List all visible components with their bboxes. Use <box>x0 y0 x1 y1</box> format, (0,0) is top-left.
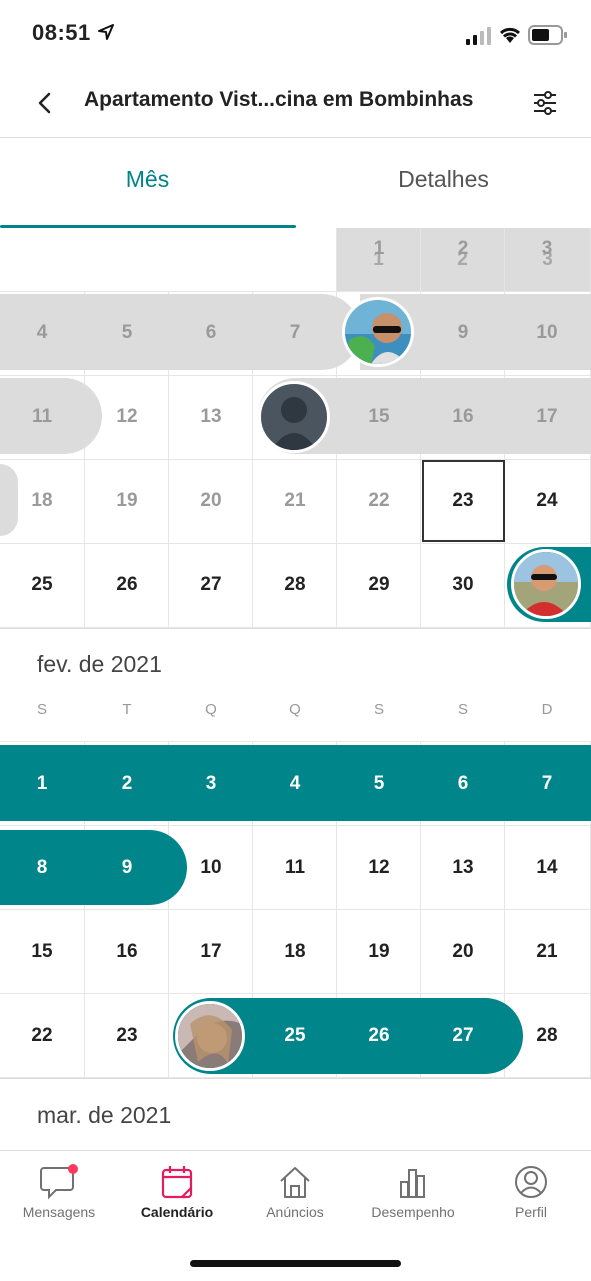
profile-icon <box>472 1160 590 1200</box>
tab-month[interactable]: Mês <box>0 166 295 193</box>
calendar-day[interactable]: 28 <box>253 574 337 596</box>
bar-chart-icon <box>354 1160 472 1200</box>
weekday-label: T <box>122 701 132 718</box>
calendar-day[interactable]: 21 <box>253 490 337 512</box>
calendar-day[interactable]: 2 <box>85 773 169 795</box>
weekday-label: Q <box>289 701 301 718</box>
calendar-day[interactable]: 7 <box>505 773 589 795</box>
weekday-label: S <box>36 701 47 718</box>
nav-performance[interactable]: Desempenho <box>354 1160 472 1220</box>
calendar-day[interactable]: 20 <box>169 490 253 512</box>
calendar-day[interactable]: 10 <box>505 322 589 344</box>
calendar-day[interactable]: 2 <box>421 238 505 260</box>
guest-avatar[interactable] <box>175 1001 245 1071</box>
calendar-day[interactable]: 19 <box>85 490 169 512</box>
calendar-day[interactable]: 13 <box>169 406 253 428</box>
calendar-day[interactable]: 26 <box>85 574 169 596</box>
weekday-label: S <box>373 701 384 718</box>
calendar-day[interactable]: 27 <box>421 1025 505 1047</box>
calendar-day[interactable]: 16 <box>85 941 169 963</box>
guest-avatar[interactable] <box>342 297 414 367</box>
header-divider <box>0 137 591 138</box>
nav-profile[interactable]: Perfil <box>472 1160 590 1220</box>
calendar-day[interactable]: 25 <box>253 1025 337 1047</box>
calendar-day[interactable]: 21 <box>505 941 589 963</box>
weekday-label: S <box>457 701 468 718</box>
calendar-day[interactable]: 1 <box>0 773 84 795</box>
calendar-day[interactable]: 18 <box>0 490 84 512</box>
calendar-day[interactable]: 9 <box>421 322 505 344</box>
calendar-day[interactable]: 1 <box>337 238 421 260</box>
calendar-day[interactable]: 20 <box>421 941 505 963</box>
month-label: mar. de 2021 <box>37 1102 172 1128</box>
calendar-day[interactable]: 9 <box>85 857 169 879</box>
calendar-day[interactable]: 27 <box>169 574 253 596</box>
calendar-day[interactable]: 24 <box>505 490 589 512</box>
month-label: fev. de 2021 <box>37 651 162 677</box>
calendar-day[interactable]: 12 <box>337 857 421 879</box>
calendar-day[interactable]: 18 <box>253 941 337 963</box>
filter-settings-icon[interactable] <box>530 88 560 118</box>
calendar-day[interactable]: 22 <box>0 1025 84 1047</box>
calendar-day[interactable]: 3 <box>505 238 589 260</box>
tab-details[interactable]: Detalhes <box>296 166 591 193</box>
calendar-day[interactable]: 30 <box>421 574 505 596</box>
battery-icon <box>528 25 567 45</box>
nav-calendar[interactable]: Calendário <box>118 1160 236 1220</box>
calendar-day[interactable]: 13 <box>421 857 505 879</box>
listing-title: Apartamento Vist...cina em Bombinhas <box>84 88 474 111</box>
calendar-day[interactable]: 6 <box>421 773 505 795</box>
nav-label: Perfil <box>515 1204 547 1220</box>
calendar-day[interactable]: 10 <box>169 857 253 879</box>
calendar-day[interactable]: 14 <box>505 857 589 879</box>
calendar-day[interactable]: 17 <box>505 406 589 428</box>
calendar-empty-cell <box>0 228 337 292</box>
calendar-day[interactable]: 29 <box>337 574 421 596</box>
nav-messages[interactable]: Mensagens <box>0 1160 118 1220</box>
wifi-icon <box>499 27 521 43</box>
weekday-label: D <box>541 701 553 718</box>
calendar-day[interactable]: 15 <box>0 941 84 963</box>
calendar-day[interactable]: 17 <box>169 941 253 963</box>
calendar-day[interactable]: 7 <box>253 322 337 344</box>
calendar-day[interactable]: 4 <box>253 773 337 795</box>
home-indicator <box>190 1260 401 1267</box>
nav-label: Mensagens <box>22 1204 96 1220</box>
calendar-day[interactable]: 12 <box>85 406 169 428</box>
calendar-day[interactable]: 16 <box>421 406 505 428</box>
cellular-signal-icon <box>466 27 491 45</box>
back-icon[interactable] <box>32 88 60 118</box>
guest-avatar[interactable] <box>511 549 581 619</box>
location-arrow-icon <box>98 24 114 40</box>
month-divider <box>0 1078 591 1079</box>
guest-avatar-placeholder[interactable] <box>258 381 330 453</box>
calendar-day[interactable]: 3 <box>169 773 253 795</box>
home-icon <box>236 1160 354 1200</box>
calendar-day[interactable]: 25 <box>0 574 84 596</box>
nav-label: Anúncios <box>266 1204 324 1220</box>
calendar-day[interactable]: 11 <box>253 857 337 879</box>
calendar-day[interactable]: 5 <box>337 773 421 795</box>
calendar-day[interactable]: 23 <box>85 1025 169 1047</box>
calendar-day[interactable]: 19 <box>337 941 421 963</box>
calendar-day[interactable]: 5 <box>85 322 169 344</box>
calendar-icon <box>118 1160 236 1200</box>
calendar-day[interactable]: 6 <box>169 322 253 344</box>
nav-listings[interactable]: Anúncios <box>236 1160 354 1220</box>
status-time: 08:51 <box>32 20 91 45</box>
calendar-day[interactable]: 28 <box>505 1025 589 1047</box>
calendar-day[interactable]: 22 <box>337 490 421 512</box>
calendar-day[interactable]: 8 <box>0 857 84 879</box>
calendar-day[interactable]: 15 <box>337 406 421 428</box>
nav-label: Calendário <box>140 1204 214 1220</box>
calendar-day[interactable]: 26 <box>337 1025 421 1047</box>
calendar-day[interactable]: 4 <box>0 322 84 344</box>
calendar-day-today[interactable]: 23 <box>421 490 505 512</box>
nav-label: Desempenho <box>371 1204 455 1220</box>
weekday-label: Q <box>205 701 217 718</box>
month-divider <box>0 628 591 629</box>
calendar-day[interactable]: 11 <box>0 406 84 428</box>
chat-icon <box>0 1160 118 1200</box>
